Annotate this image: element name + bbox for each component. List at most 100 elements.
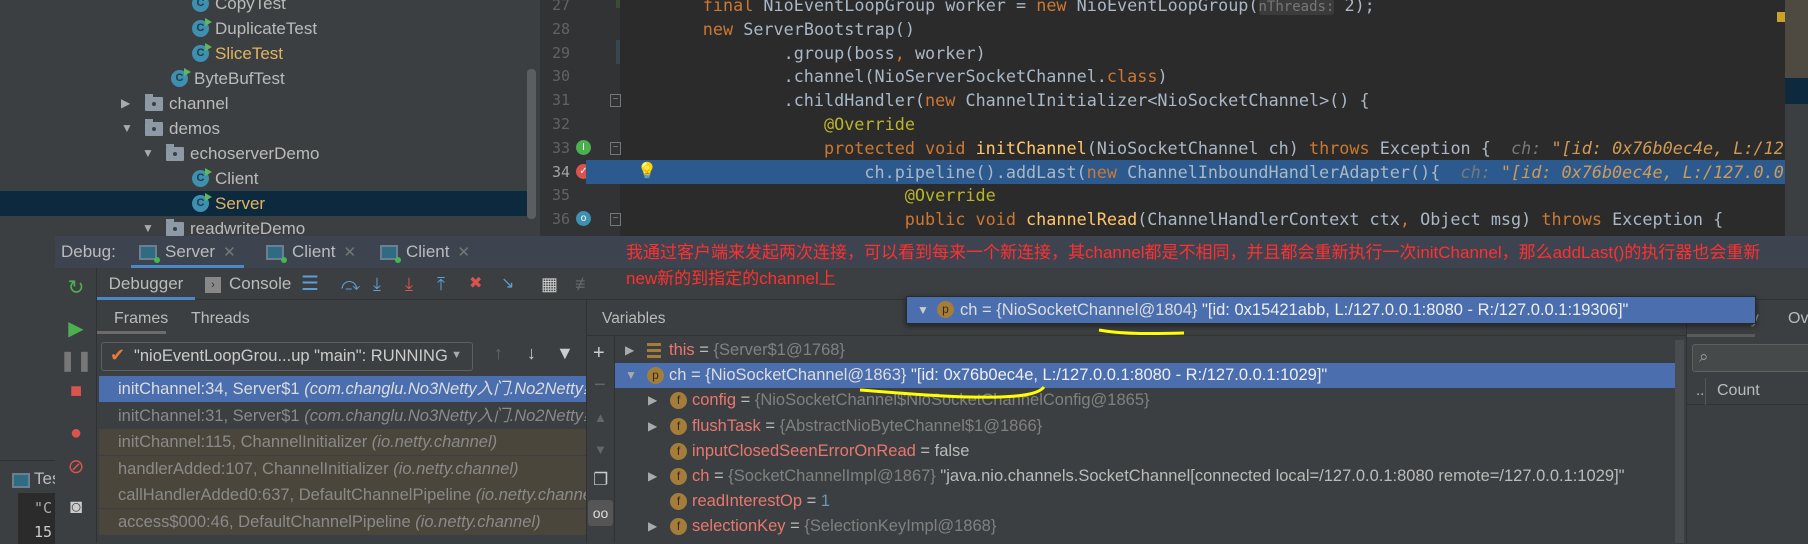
warning-marker[interactable]	[1777, 12, 1785, 22]
code-line[interactable]: @Override	[540, 183, 1785, 207]
thread-selector[interactable]: ✔ "nioEventLoopGrou...up "main": RUNNING…	[101, 342, 473, 371]
previous-frame-icon[interactable]: ↑	[494, 343, 503, 364]
pause-icon[interactable]: ❚❚	[55, 348, 97, 373]
code-token: 2);	[1334, 0, 1375, 15]
variable-value: 1	[820, 492, 831, 511]
tree-item[interactable]: ▼ readwriteDemo	[0, 216, 527, 236]
lightbulb-icon[interactable]: 💡	[637, 161, 657, 181]
variable-row[interactable]: ▶ f flushTask = {AbstractNioByteChannel$1@…	[615, 414, 1675, 439]
memory-search-input[interactable]: ⌕	[1692, 344, 1808, 372]
frame-row[interactable]: access$000:46, DefaultChannelPipeline (i…	[99, 508, 586, 535]
filter-icon[interactable]: ▼	[556, 343, 574, 364]
variable-row[interactable]: ▶ f ch = {SocketChannelImpl@1867} "java.ni…	[615, 464, 1675, 489]
variable-row[interactable]: f readInterestOp = 1	[615, 489, 1675, 514]
tree-item[interactable]: ▼ echoserverDemo	[0, 141, 527, 166]
value-tooltip-popup[interactable]: ▼ p ch = {NioSocketChannel@1804} "[id: 0…	[906, 296, 1756, 324]
chevron-down-icon[interactable]: ▼	[142, 216, 154, 236]
chevron-down-icon[interactable]: ▼	[625, 363, 637, 388]
mute-breakpoints-icon[interactable]: ⊘	[55, 454, 97, 479]
evaluate-expression-icon[interactable]: ▦	[541, 268, 558, 300]
chevron-right-icon[interactable]: ▶	[648, 414, 657, 439]
step-over-icon[interactable]: ⤼	[341, 268, 360, 300]
code-line[interactable]: new ServerBootstrap()	[540, 17, 1785, 41]
tree-item[interactable]: ▶ channel	[0, 91, 527, 116]
variable-row[interactable]: ▼ p ch = {NioSocketChannel@1863} "[id: 0x7…	[615, 363, 1675, 389]
frame-row[interactable]: handlerAdded:107, ChannelInitializer (io…	[99, 455, 586, 482]
code-line[interactable]: final NioEventLoopGroup worker = new Nio…	[540, 0, 1785, 17]
chevron-right-icon[interactable]: ▶	[625, 338, 634, 363]
trace-icon[interactable]: ≢	[575, 268, 593, 300]
console-tab[interactable]: › Console	[205, 268, 291, 300]
code-line[interactable]: protected void initChannel(NioSocketChan…	[540, 136, 1785, 160]
debug-tab-client[interactable]: Client ✕	[258, 236, 364, 268]
debugger-tab[interactable]: Debugger	[97, 268, 195, 300]
code-token: protected void	[824, 137, 976, 158]
variable-row[interactable]: ▶ this = {Server$1@1768}	[615, 338, 1675, 363]
tab-label: Client	[406, 242, 450, 261]
chevron-down-icon[interactable]: ▼	[121, 116, 133, 141]
chevron-right-icon[interactable]: ▶	[648, 464, 657, 489]
code-line[interactable]: .childHandler(new ChannelInitializer<Nio…	[540, 88, 1785, 112]
step-into-icon[interactable]: ⤓	[373, 268, 381, 300]
tree-scrollbar[interactable]	[527, 69, 536, 219]
stop-icon[interactable]: ■	[55, 380, 97, 403]
code-token: (NioSocketChannel ch)	[1086, 137, 1309, 158]
tree-item[interactable]: ▼ demos	[0, 116, 527, 141]
code-line[interactable]: ch.pipeline().addLast(new ChannelInbound…	[586, 159, 1785, 184]
class-icon: C	[192, 0, 212, 12]
expand-arrow-icon[interactable]: ▼	[917, 297, 929, 323]
frames-tab[interactable]: Frames	[114, 310, 168, 328]
chevron-right-icon[interactable]: ▶	[648, 388, 657, 413]
debug-tab-client-2[interactable]: Client ✕	[372, 236, 478, 268]
code-token: .group(boss	[783, 42, 895, 63]
show-execution-point-icon[interactable]: ☰	[301, 268, 319, 300]
rerun-icon[interactable]: ↻	[55, 275, 97, 300]
code-line[interactable]: .group(boss, worker)	[540, 41, 1785, 65]
chevron-right-icon[interactable]: ▶	[648, 514, 657, 539]
variable-row[interactable]: ▶ f config = {NioSocketChannel$NioSocketCh…	[615, 388, 1675, 413]
variable-value: false	[934, 441, 970, 460]
tree-item[interactable]: C SliceTest	[0, 41, 527, 66]
code-token: throws	[1308, 137, 1380, 158]
tree-item[interactable]: C Server	[0, 191, 527, 216]
drop-frame-icon[interactable]: ✖	[469, 268, 482, 300]
tree-item[interactable]: C Client	[0, 166, 527, 191]
frame-row[interactable]: initChannel:31, Server$1 (com.changlu.No…	[99, 403, 586, 429]
close-icon[interactable]: ✕	[223, 244, 236, 261]
overhead-tab[interactable]: Ove	[1788, 310, 1808, 328]
chevron-right-icon[interactable]: ▶	[121, 91, 130, 116]
view-breakpoints-icon[interactable]: ●	[55, 422, 97, 445]
camera-icon[interactable]: ◙	[55, 496, 97, 519]
tree-item-label: Client	[215, 169, 259, 188]
resume-icon[interactable]: ▶	[55, 316, 97, 341]
code-area[interactable]: final NioEventLoopGroup worker = new Nio…	[540, 0, 1785, 236]
tree-item[interactable]: C ByteBufTest	[0, 66, 527, 91]
close-icon[interactable]: ✕	[457, 244, 470, 261]
debug-tab-server[interactable]: Server ✕	[131, 236, 244, 268]
frame-row[interactable]: initChannel:34, Server$1 (com.changlu.No…	[99, 376, 586, 402]
code-token: Exception {	[1612, 209, 1724, 230]
code-line[interactable]: public void channelRead(ChannelHandlerCo…	[540, 207, 1785, 231]
debug-label: Debug:	[61, 242, 116, 261]
tree-item[interactable]: C DuplicateTest	[0, 16, 527, 41]
threads-tab[interactable]: Threads	[191, 310, 250, 328]
code-token: Object msg)	[1420, 209, 1542, 230]
frame-row[interactable]: callHandlerAdded0:637, DefaultChannelPip…	[99, 482, 586, 508]
close-icon[interactable]: ✕	[343, 244, 356, 261]
variables-scrollbar[interactable]	[1675, 340, 1684, 543]
force-step-into-icon[interactable]: ⤓	[405, 268, 413, 300]
variable-row[interactable]: ▶ f selectionKey = {SelectionKeyImpl@1868}	[615, 514, 1675, 539]
next-frame-icon[interactable]: ↓	[527, 343, 536, 364]
frame-row[interactable]: initChannel:115, ChannelInitializer (io.…	[99, 429, 586, 455]
column-header-count[interactable]: Count	[1717, 382, 1760, 400]
variable-name: ch	[692, 467, 710, 485]
step-out-icon[interactable]: ⤒	[437, 268, 445, 300]
variable-row[interactable]: f inputClosedSeenErrorOnRead = false	[615, 439, 1675, 464]
chevron-down-icon[interactable]: ▼	[142, 141, 154, 166]
code-line[interactable]: @Override	[540, 112, 1785, 136]
run-to-cursor-icon[interactable]: ↘	[501, 268, 514, 300]
code-editor[interactable]: 27282930313233343536I✓o−−−− final NioEve…	[540, 0, 1785, 236]
code-line[interactable]: .channel(NioServerSocketChannel.class)	[540, 64, 1785, 88]
column-header-class[interactable]: ..	[1696, 382, 1704, 399]
tree-item[interactable]: C CopyTest	[0, 0, 527, 16]
